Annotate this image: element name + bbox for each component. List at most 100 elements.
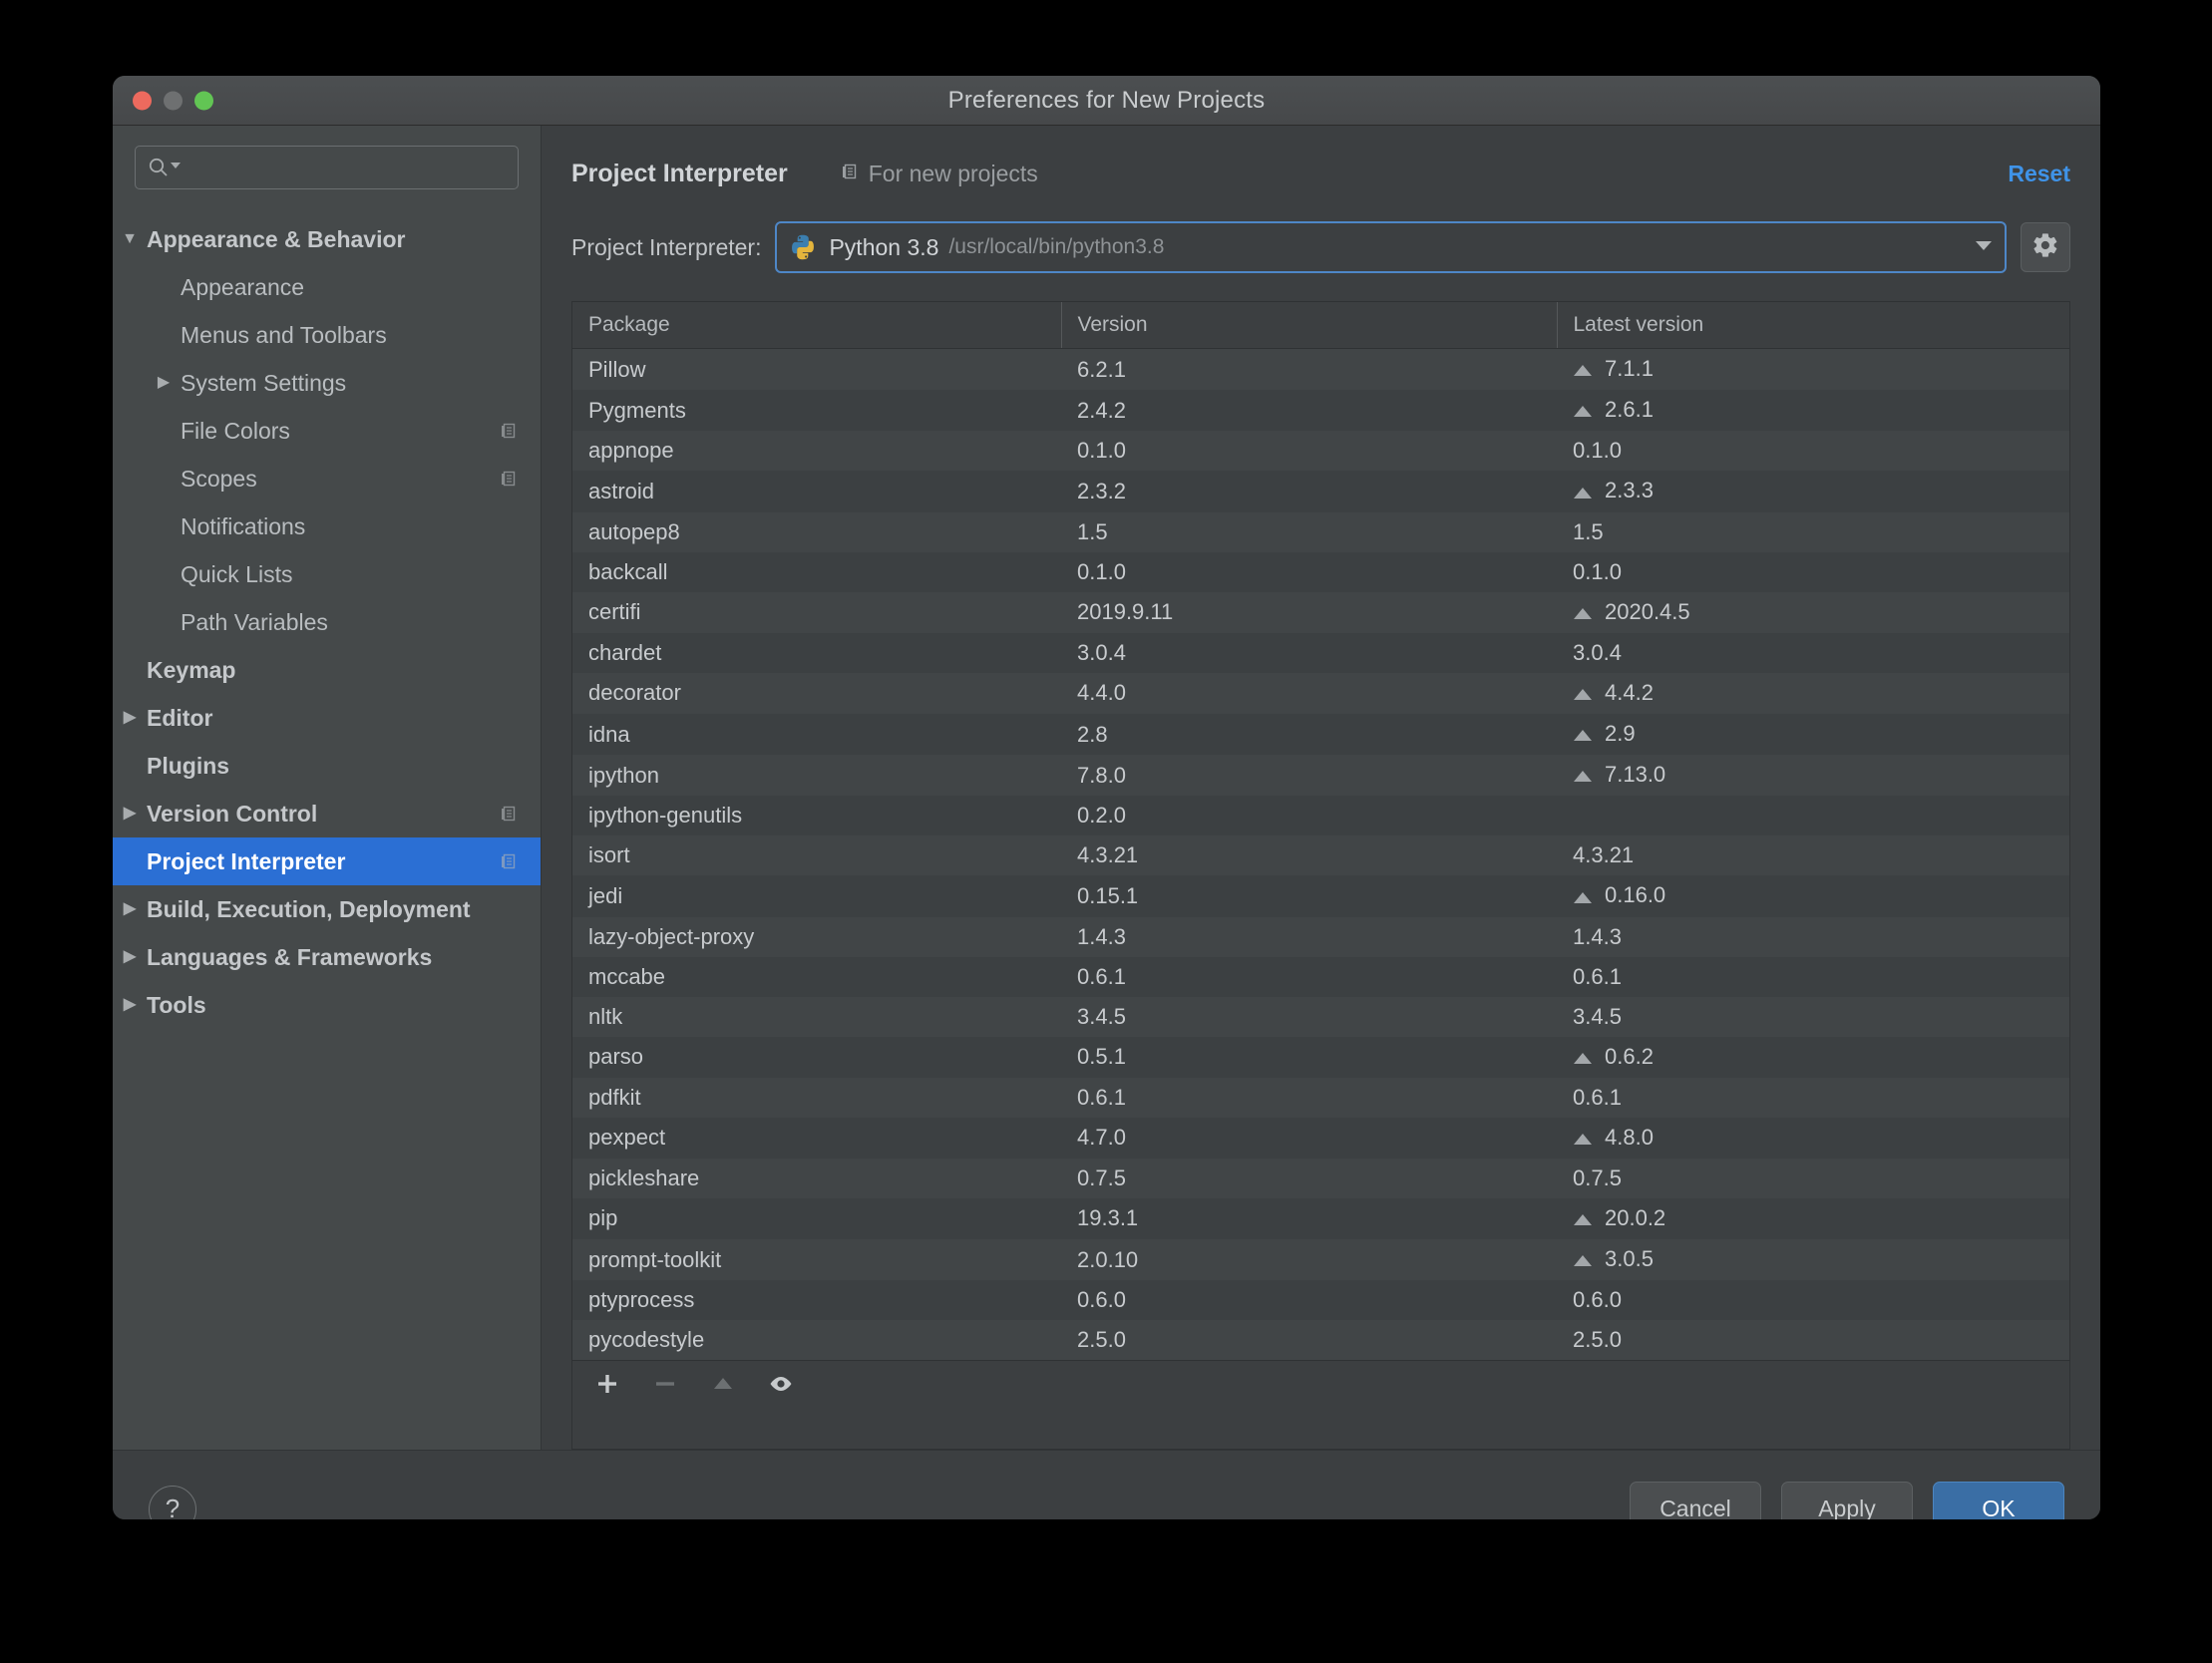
sidebar-item-file-colors[interactable]: File Colors <box>113 407 541 455</box>
sidebar-item-plugins[interactable]: Plugins <box>113 742 541 790</box>
table-row[interactable]: pexpect 4.7.0 4.8.0 <box>572 1117 2069 1159</box>
interpreter-select[interactable]: Python 3.8 /usr/local/bin/python3.8 <box>775 221 2007 273</box>
help-button[interactable]: ? <box>149 1485 196 1519</box>
sidebar-item-notifications[interactable]: Notifications <box>113 502 541 550</box>
table-row[interactable]: parso 0.5.1 0.6.2 <box>572 1036 2069 1078</box>
chevron-down-icon[interactable]: ▼ <box>113 231 147 247</box>
sidebar-item-project-interpreter[interactable]: Project Interpreter <box>113 837 541 885</box>
interpreter-settings-button[interactable] <box>2021 222 2070 272</box>
sidebar-item-label: Build, Execution, Deployment <box>147 895 471 922</box>
table-row[interactable]: certifi 2019.9.11 2020.4.5 <box>572 591 2069 633</box>
settings-sidebar: ▼ Appearance & Behavior Appearance Menus an… <box>113 126 542 1450</box>
sidebar-item-menus-and-toolbars[interactable]: Menus and Toolbars <box>113 311 541 359</box>
table-row[interactable]: pickleshare 0.7.5 0.7.5 <box>572 1158 2069 1198</box>
traffic-light-group <box>133 91 213 110</box>
search-dropdown-caret[interactable] <box>170 159 182 176</box>
reset-link[interactable]: Reset <box>2008 161 2070 187</box>
column-header-version[interactable]: Version <box>1060 302 1557 349</box>
table-row[interactable]: chardet 3.0.4 3.0.4 <box>572 632 2069 673</box>
cell-package: appnope <box>588 438 674 464</box>
sidebar-item-system-settings[interactable]: ▶ System Settings <box>113 359 541 407</box>
cell-version: 2.0.10 <box>1077 1246 1139 1272</box>
chevron-right-icon[interactable]: ▶ <box>147 375 181 391</box>
sidebar-item-scopes[interactable]: Scopes <box>113 455 541 502</box>
sidebar-item-label: Languages & Frameworks <box>147 943 433 970</box>
table-row[interactable]: idna 2.8 2.9 <box>572 713 2069 756</box>
search-input[interactable] <box>187 156 506 179</box>
search-box[interactable] <box>135 146 519 189</box>
latest-version-text: 2.3.3 <box>1605 478 1654 503</box>
table-row[interactable]: nltk 3.4.5 3.4.5 <box>572 996 2069 1037</box>
cell-package: prompt-toolkit <box>588 1246 722 1272</box>
table-row[interactable]: jedi 0.15.1 0.16.0 <box>572 875 2069 917</box>
cell-version: 19.3.1 <box>1077 1205 1139 1231</box>
column-header-latest-version[interactable]: Latest version <box>1556 302 2069 349</box>
chevron-right-icon[interactable]: ▶ <box>113 901 147 917</box>
close-button[interactable] <box>133 91 152 110</box>
upgrade-available-icon <box>1573 1199 1593 1239</box>
cell-version: 0.6.1 <box>1077 963 1126 989</box>
upgrade-available-icon <box>1573 391 1593 431</box>
cell-latest-version: 4.3.21 <box>1557 835 2069 875</box>
sidebar-item-keymap[interactable]: Keymap <box>113 646 541 694</box>
cell-version: 3.0.4 <box>1077 639 1126 665</box>
sidebar-item-tools[interactable]: ▶ Tools <box>113 981 541 1029</box>
sidebar-item-path-variables[interactable]: Path Variables <box>113 598 541 646</box>
remove-package-button <box>650 1372 680 1402</box>
table-row[interactable]: decorator 4.4.0 4.4.2 <box>572 672 2069 714</box>
latest-version-text: 0.6.1 <box>1573 963 1622 989</box>
sidebar-item-build-execution-deployment[interactable]: ▶ Build, Execution, Deployment <box>113 885 541 933</box>
apply-button[interactable]: Apply <box>1781 1481 1913 1519</box>
upgrade-available-icon <box>1573 1038 1593 1078</box>
add-package-button[interactable] <box>592 1372 622 1402</box>
copy-settings-icon <box>499 421 519 441</box>
table-row[interactable]: astroid 2.3.2 2.3.3 <box>572 471 2069 512</box>
table-row[interactable]: ptyprocess 0.6.0 0.6.0 <box>572 1280 2069 1321</box>
column-header-package[interactable]: Package <box>572 302 1061 349</box>
sidebar-item-languages-frameworks[interactable]: ▶ Languages & Frameworks <box>113 933 541 981</box>
sidebar-item-label: Project Interpreter <box>147 847 346 874</box>
table-row[interactable]: mccabe 0.6.1 0.6.1 <box>572 956 2069 997</box>
table-row[interactable]: pdfkit 0.6.1 0.6.1 <box>572 1077 2069 1118</box>
table-row[interactable]: ipython 7.8.0 7.13.0 <box>572 755 2069 797</box>
table-row[interactable]: prompt-toolkit 2.0.10 3.0.5 <box>572 1239 2069 1281</box>
table-row[interactable]: pip 19.3.1 20.0.2 <box>572 1197 2069 1240</box>
main-header: Project Interpreter For new projects Res… <box>571 150 2070 197</box>
cell-latest-version: 0.6.1 <box>1557 1078 2069 1118</box>
chevron-right-icon[interactable]: ▶ <box>113 806 147 822</box>
sidebar-item-appearance-behavior[interactable]: ▼ Appearance & Behavior <box>113 215 541 263</box>
chevron-down-icon[interactable] <box>1961 238 1993 256</box>
sidebar-item-editor[interactable]: ▶ Editor <box>113 694 541 742</box>
sidebar-item-quick-lists[interactable]: Quick Lists <box>113 550 541 598</box>
cell-package: autopep8 <box>588 518 680 544</box>
table-row[interactable]: Pillow 6.2.1 7.1.1 <box>572 348 2069 391</box>
table-row[interactable]: appnope 0.1.0 0.1.0 <box>572 431 2069 472</box>
chevron-right-icon[interactable]: ▶ <box>113 997 147 1013</box>
latest-version-text: 2.6.1 <box>1605 397 1654 423</box>
table-row[interactable]: ipython-genutils 0.2.0 <box>572 796 2069 836</box>
preferences-window: Preferences for New Projects ▼ Appearance… <box>113 76 2100 1519</box>
latest-version-text: 2.5.0 <box>1573 1327 1622 1353</box>
table-row[interactable]: autopep8 1.5 1.5 <box>572 511 2069 552</box>
table-row[interactable]: Pygments 2.4.2 2.6.1 <box>572 390 2069 432</box>
ok-button[interactable]: OK <box>1933 1481 2064 1519</box>
copy-settings-icon <box>840 161 860 187</box>
cell-latest-version: 4.8.0 <box>1557 1118 2069 1159</box>
table-row[interactable]: lazy-object-proxy 1.4.3 1.4.3 <box>572 916 2069 957</box>
table-header-row: Package Version Latest version <box>572 302 2069 349</box>
latest-version-text: 0.16.0 <box>1605 882 1666 908</box>
zoom-button[interactable] <box>194 91 213 110</box>
show-early-releases-button[interactable] <box>766 1372 796 1402</box>
table-row[interactable]: isort 4.3.21 4.3.21 <box>572 835 2069 876</box>
latest-version-text: 0.6.0 <box>1573 1287 1622 1313</box>
sidebar-item-version-control[interactable]: ▶ Version Control <box>113 790 541 837</box>
table-row[interactable]: pycodestyle 2.5.0 2.5.0 <box>572 1320 2069 1361</box>
cancel-button[interactable]: Cancel <box>1630 1481 1761 1519</box>
sidebar-item-appearance[interactable]: Appearance <box>113 263 541 311</box>
chevron-right-icon[interactable]: ▶ <box>113 949 147 965</box>
sidebar-item-label: Keymap <box>147 656 236 683</box>
chevron-right-icon[interactable]: ▶ <box>113 710 147 726</box>
cell-package: ptyprocess <box>588 1287 695 1313</box>
table-row[interactable]: backcall 0.1.0 0.1.0 <box>572 551 2069 592</box>
minimize-button[interactable] <box>164 91 183 110</box>
